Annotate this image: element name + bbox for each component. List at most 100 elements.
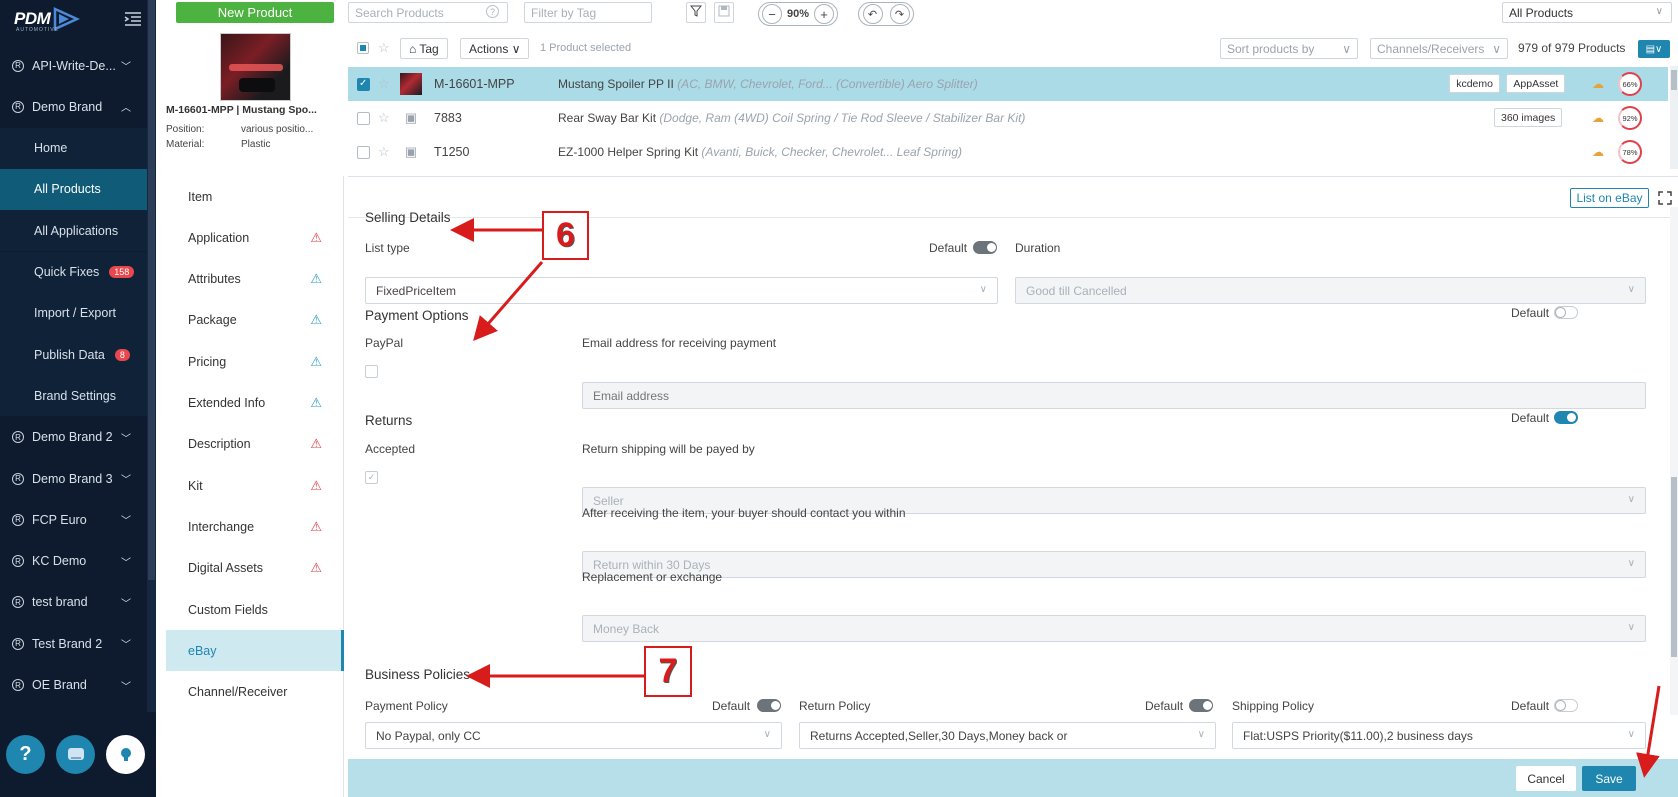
tab-item[interactable]: Item [166,176,344,217]
chevron-down-icon[interactable]: ﹀ [121,678,131,693]
tab-item[interactable]: Interchange ⚠ [166,506,344,547]
tab-item[interactable]: Digital Assets ⚠ [166,548,344,589]
product-tag[interactable]: kcdemo [1449,74,1500,93]
paypal-checkbox[interactable] [365,365,378,378]
save-filter-icon[interactable] [714,2,734,23]
chevron-down-icon[interactable]: ﹀ [121,636,131,651]
tab-item[interactable]: Channel/Receiver [166,672,344,713]
sidebar-scroll-thumb[interactable] [148,0,155,580]
duration-value: Good till Cancelled [1026,284,1127,298]
chevron-down-icon[interactable]: ﹀ [121,554,131,569]
help-circle-icon[interactable]: ? [486,5,499,18]
tag-button[interactable]: ⌂ Tag [400,38,448,59]
business-policies-heading: Business Policies [365,667,471,682]
redo-icon[interactable]: ↷ [889,4,910,24]
sidebar-item[interactable]: R Demo Brand 2 ﹀ [0,417,147,458]
duration-select[interactable]: Good till Cancelled ∨ [1015,277,1646,304]
list-type-default-toggle[interactable] [973,241,997,254]
sort-select[interactable]: Sort products by ∨ [1220,38,1358,59]
product-tag[interactable]: AppAsset [1506,74,1566,93]
undo-icon[interactable]: ↶ [862,4,883,24]
sidebar-scrollbar[interactable] [147,0,156,797]
sidebar-item[interactable]: R OE Brand ﹀ [0,665,147,706]
sidebar-item[interactable]: Brand Settings [0,375,147,417]
sidebar-item[interactable]: R FCP Euro ﹀ [0,499,147,540]
tab-item[interactable]: Custom Fields [166,589,344,630]
sidebar-item[interactable]: Rtest brand ﹀ [0,582,147,623]
chevron-up-icon[interactable]: ︿ [121,99,131,114]
sidebar-item[interactable]: Publish Data 8 [0,334,147,376]
menu-collapse-icon[interactable] [124,12,142,26]
new-product-button[interactable]: New Product [176,2,334,23]
sidebar-item[interactable]: R Demo Brand 3 ﹀ [0,458,147,499]
shipping-policy-default-toggle[interactable] [1554,699,1578,712]
filter-icon[interactable] [686,2,706,23]
shipping-policy-select[interactable]: Flat:USPS Priority($11.00),2 business da… [1232,722,1646,749]
product-row[interactable]: ☆ ▣ T1250 EZ-1000 Helper Spring Kit (Avanti… [348,135,1668,169]
chevron-down-icon[interactable]: ﹀ [121,595,131,610]
return-policy-default-toggle[interactable] [1189,699,1213,712]
star-icon[interactable]: ☆ [378,110,390,126]
panel-scrollbar[interactable] [1670,207,1678,715]
tab-item[interactable]: Pricing ⚠ [166,341,344,382]
sidebar-item[interactable]: R Test Brand 2 ﹀ [0,623,147,664]
column-settings-button[interactable]: ▤∨ [1638,40,1670,58]
filter-by-tag-input[interactable]: Filter by Tag [524,2,652,23]
sidebar-item[interactable]: R KC Demo ﹀ [0,541,147,582]
tips-button[interactable] [106,735,145,774]
product-row[interactable]: ☆ ▣ 7883 Rear Sway Bar Kit (Dodge, Ram (4WD… [348,101,1668,135]
search-products-input[interactable]: Search Products ? [348,2,508,23]
tab-item[interactable]: Description ⚠ [166,424,344,465]
list-scrollbar[interactable] [1670,66,1678,169]
payment-policy-select[interactable]: No Paypal, only CC ∨ [365,722,782,749]
accepted-checkbox[interactable]: ✓ [365,471,378,484]
sidebar-item[interactable]: All Products [0,168,147,210]
zoom-out-button[interactable]: − [762,4,782,24]
list-type-select[interactable]: FixedPriceItem ∨ [365,277,998,304]
tab-item[interactable]: Extended Info ⚠ [166,383,344,424]
tab-item[interactable]: Application ⚠ [166,217,344,258]
logo[interactable]: PDM AUTOMOTIVE [0,0,156,38]
cancel-button[interactable]: Cancel [1516,766,1576,791]
scope-select[interactable]: All Products ∨ [1502,2,1672,23]
tab-item[interactable]: eBay [166,630,344,672]
sidebar-item[interactable]: Home [0,127,147,169]
sidebar-item[interactable]: R Demo Brand ︿ [0,86,147,127]
channels-select[interactable]: Channels/Receivers ∨ [1370,38,1508,59]
payment-policy-default-toggle[interactable] [757,699,781,712]
sidebar-item[interactable]: R API-Write-De... ﹀ [0,45,147,86]
product-row[interactable]: ✓ ☆ M-16601-MPP Mustang Spoiler PP II (AC, … [348,67,1668,101]
returns-default-toggle[interactable] [1554,411,1578,424]
email-input[interactable] [582,382,1646,409]
help-button[interactable]: ? [6,735,45,774]
star-icon[interactable]: ☆ [378,76,390,92]
row-checkbox[interactable] [357,111,370,125]
row-checkbox[interactable] [357,145,370,159]
sidebar-item[interactable]: All Applications [0,210,147,252]
tab-item[interactable]: Package ⚠ [166,300,344,341]
contact-within-select[interactable]: Return within 30 Days ∨ [582,551,1646,578]
sidebar-item[interactable]: Quick Fixes 158 [0,251,147,293]
return-policy-select[interactable]: Returns Accepted,Seller,30 Days,Money ba… [799,722,1216,749]
select-all-checkbox[interactable] [357,42,369,54]
payment-default-toggle[interactable] [1554,306,1578,319]
list-on-ebay-button[interactable]: List on eBay [1570,188,1649,208]
star-icon[interactable]: ☆ [378,144,390,160]
chevron-down-icon[interactable]: ﹀ [121,471,131,486]
tab-item[interactable]: Kit ⚠ [166,465,344,506]
chevron-down-icon[interactable]: ﹀ [121,512,131,527]
chat-button[interactable] [56,735,95,774]
chevron-down-icon[interactable]: ﹀ [121,58,131,73]
zoom-in-button[interactable]: + [814,4,834,24]
replacement-select[interactable]: Money Back ∨ [582,615,1646,642]
actions-dropdown[interactable]: Actions ∨ [460,38,530,59]
product-tag[interactable]: 360 images [1494,108,1563,127]
product-image[interactable] [220,33,291,101]
save-button[interactable]: Save [1582,766,1636,791]
expand-icon[interactable] [1658,191,1672,205]
sidebar-item[interactable]: Import / Export [0,292,147,334]
row-checkbox[interactable]: ✓ [357,77,370,91]
tab-item[interactable]: Attributes ⚠ [166,259,344,300]
star-icon[interactable]: ☆ [378,40,390,56]
chevron-down-icon[interactable]: ﹀ [121,430,131,445]
